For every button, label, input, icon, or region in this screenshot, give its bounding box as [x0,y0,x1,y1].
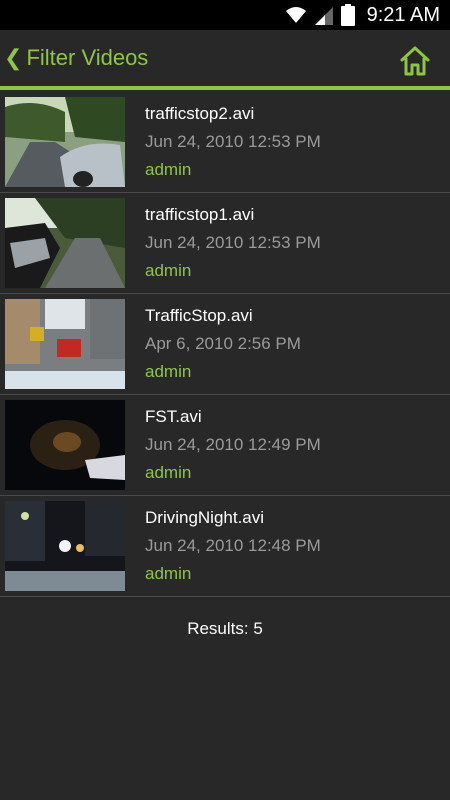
video-name: TrafficStop.avi [145,306,253,325]
chevron-left-icon: ❮ [4,45,23,70]
video-user: admin [145,362,192,381]
video-date: Jun 24, 2010 12:53 PM [145,132,321,151]
video-thumbnail [5,400,125,490]
video-list: trafficstop2.avi Jun 24, 2010 12:53 PM a… [0,92,450,597]
list-item[interactable]: TrafficStop.avi Apr 6, 2010 2:56 PM admi… [0,294,450,395]
list-item[interactable]: DrivingNight.avi Jun 24, 2010 12:48 PM a… [0,496,450,597]
home-icon[interactable] [398,44,432,78]
list-item[interactable]: trafficstop2.avi Jun 24, 2010 12:53 PM a… [0,92,450,193]
list-item[interactable]: FST.avi Jun 24, 2010 12:49 PM admin [0,395,450,496]
status-time: 9:21 AM [366,3,440,26]
video-user: admin [145,261,192,280]
results-count: Results: 5 [187,619,263,638]
video-thumbnail [5,299,125,389]
video-date: Apr 6, 2010 2:56 PM [145,334,301,353]
page-title: Filter Videos [26,45,149,70]
video-user: admin [145,160,192,179]
video-user: admin [145,463,192,482]
video-name: DrivingNight.avi [145,508,265,527]
status-bar: 9:21 AM [0,0,450,30]
list-item[interactable]: trafficstop1.avi Jun 24, 2010 12:53 PM a… [0,193,450,294]
video-name: FST.avi [145,407,202,426]
video-date: Jun 24, 2010 12:48 PM [145,536,321,555]
video-thumbnail [5,97,125,187]
wifi-icon [285,7,306,23]
video-name: trafficstop1.avi [145,205,255,224]
video-thumbnail [5,198,125,288]
video-thumbnail [5,501,125,591]
back-button[interactable]: ❮ Filter Videos [0,45,148,71]
signal-icon [314,7,333,25]
battery-icon [340,4,355,26]
video-date: Jun 24, 2010 12:53 PM [145,233,321,252]
video-name: trafficstop2.avi [145,104,255,123]
video-user: admin [145,564,192,583]
video-date: Jun 24, 2010 12:49 PM [145,435,321,454]
app-bar: ❮ Filter Videos [0,30,450,90]
